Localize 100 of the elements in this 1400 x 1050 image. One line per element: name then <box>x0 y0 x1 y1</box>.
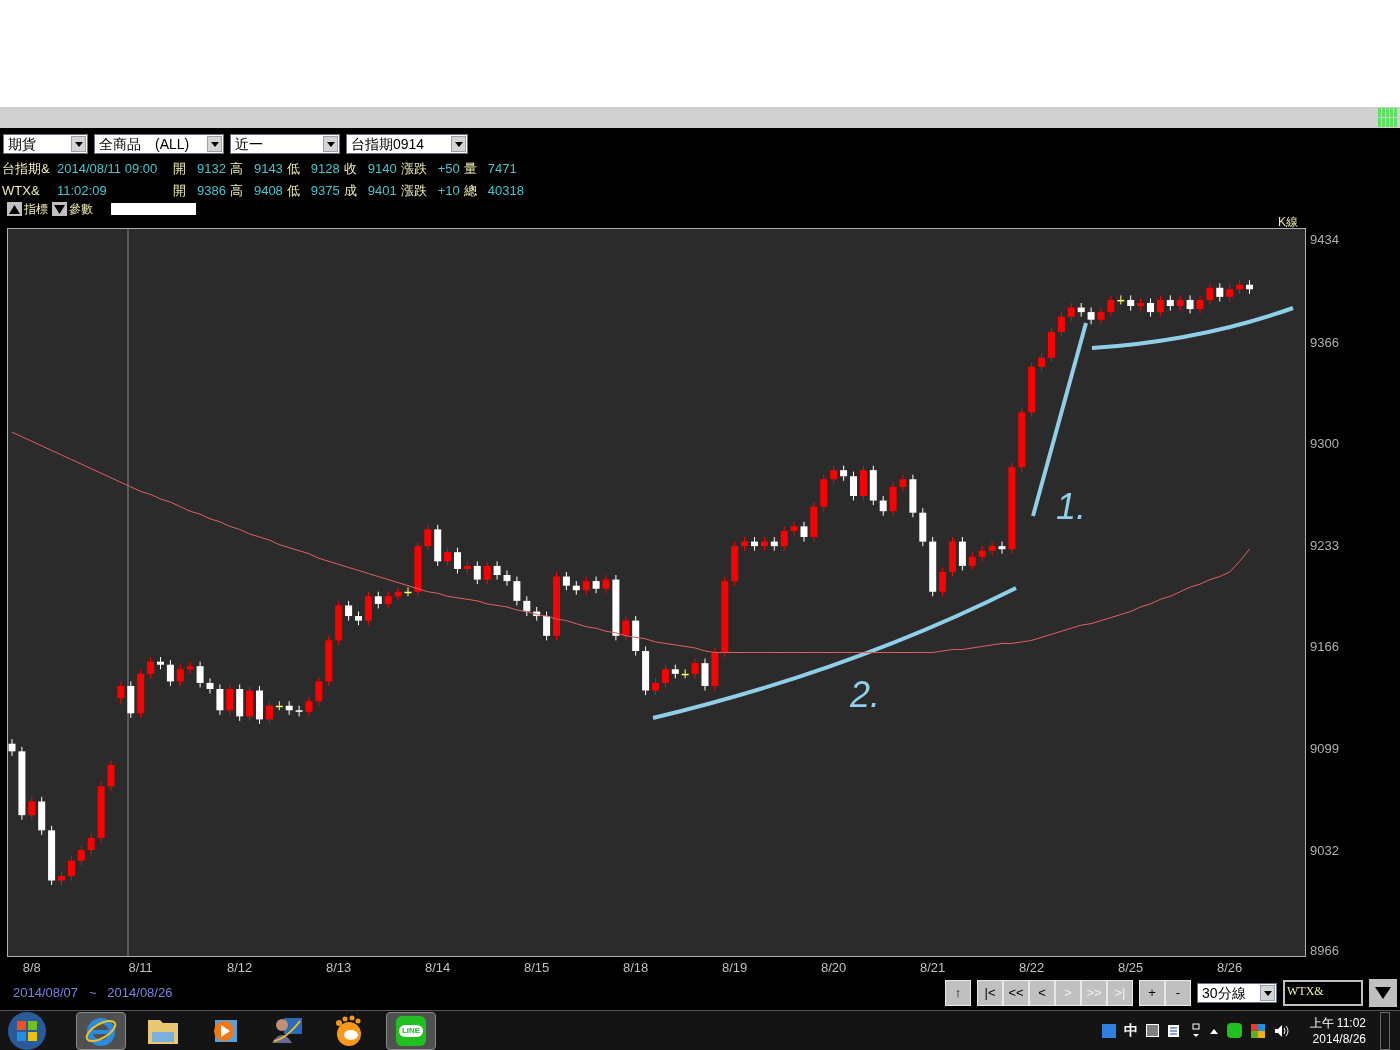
indicator-button[interactable]: 指標 <box>7 202 48 216</box>
candlestick <box>760 536 768 552</box>
candlestick <box>394 586 402 602</box>
candlestick <box>166 659 174 687</box>
parameter-input-field[interactable] <box>111 203 196 215</box>
candlestick <box>652 677 659 696</box>
quote-time: 11:02:09 <box>57 182 108 199</box>
candlestick <box>701 658 709 692</box>
dropdown-button[interactable] <box>1369 979 1397 1007</box>
market-select[interactable]: 期貨 <box>3 134 88 154</box>
candlestick <box>751 536 758 552</box>
navigation-button[interactable]: - <box>1165 980 1191 1006</box>
candlestick <box>958 536 966 571</box>
language-icon[interactable] <box>1101 1023 1116 1038</box>
candlestick <box>929 536 937 597</box>
navigation-button[interactable]: << <box>1003 980 1029 1006</box>
speaker-icon[interactable] <box>1273 1023 1290 1038</box>
candlestick <box>731 541 739 587</box>
period-select[interactable]: 30分線 <box>1197 983 1277 1003</box>
x-axis-label: 8/8 <box>22 960 41 975</box>
indicator-button[interactable]: 參數 <box>52 202 93 216</box>
candlestick <box>38 796 46 836</box>
candlestick <box>1216 282 1224 302</box>
candlestick <box>1057 311 1065 337</box>
candlestick <box>28 796 36 821</box>
candlestick <box>1067 302 1075 322</box>
symbol-field[interactable]: WTX& <box>1283 980 1363 1006</box>
candlestick <box>1028 361 1036 418</box>
candlestick <box>879 495 887 517</box>
candlestick <box>523 595 531 617</box>
y-axis-label: 9166 <box>1310 639 1339 655</box>
candlestick <box>295 705 303 717</box>
x-axis-label: 8/20 <box>821 960 847 975</box>
candlestick <box>1186 294 1194 315</box>
candlestick <box>553 571 560 641</box>
field-label: 量 <box>463 160 477 177</box>
chat-app-icon: LINE <box>396 1015 426 1046</box>
chat-icon[interactable] <box>1226 1023 1242 1038</box>
candlestick <box>206 677 214 695</box>
clock-time[interactable]: 上午 11:02 <box>1309 1014 1366 1031</box>
candlestick <box>58 870 65 886</box>
candlestick <box>176 664 184 687</box>
candlestick <box>592 576 600 594</box>
candlestick <box>424 524 432 552</box>
candlestick <box>186 661 194 675</box>
candlestick <box>1156 294 1164 318</box>
candlestick <box>1077 302 1085 318</box>
field-value: 9386 <box>197 182 226 199</box>
candlestick <box>840 465 848 482</box>
field-value: 40318 <box>487 182 524 199</box>
shield-icon[interactable] <box>1249 1022 1266 1039</box>
up-triangle-icon <box>7 202 22 216</box>
start-button[interactable] <box>8 1011 46 1050</box>
candlestick <box>978 545 986 562</box>
candlestick <box>226 683 234 716</box>
down-triangle-icon <box>52 202 67 216</box>
candlestick <box>1196 294 1204 315</box>
candlestick <box>1176 294 1184 312</box>
candlestick <box>364 591 372 626</box>
x-axis-label: 8/14 <box>425 960 451 975</box>
candlestick <box>67 855 75 881</box>
candlestick <box>285 700 293 716</box>
candlestick <box>949 536 956 578</box>
candlestick <box>830 465 838 485</box>
navigation-button[interactable]: < <box>1029 980 1055 1006</box>
candlestick <box>681 668 689 679</box>
y-axis-label: 9233 <box>1310 537 1339 553</box>
window-icon[interactable] <box>1190 1022 1201 1039</box>
candlestick <box>1087 307 1095 325</box>
month-select[interactable]: 近一 <box>230 134 340 154</box>
x-axis-label: 8/19 <box>722 960 748 975</box>
annotation-label: 2. <box>850 674 881 715</box>
candlestick <box>582 576 590 596</box>
candlestick <box>1038 352 1046 372</box>
y-axis-label: 8966 <box>1310 943 1339 959</box>
navigation-button[interactable]: |< <box>977 980 1003 1006</box>
candlestick <box>859 465 867 502</box>
clock-date[interactable]: 2014/8/26 <box>1312 1030 1366 1047</box>
candlestick <box>810 501 818 543</box>
product-select[interactable]: 全商品 (ALL) <box>94 134 224 154</box>
candlestick <box>1137 297 1145 312</box>
candlestick <box>1166 294 1174 312</box>
ime-indicator[interactable]: 中 <box>1123 1020 1138 1041</box>
candlestick <box>503 569 511 587</box>
chart-type-label: K線 <box>1278 215 1298 229</box>
candlestick <box>483 560 491 585</box>
candlestick <box>711 647 719 692</box>
square-icon[interactable] <box>1145 1024 1159 1037</box>
navigation-button[interactable]: + <box>1139 980 1165 1006</box>
candlestick <box>1048 326 1055 363</box>
candlestick <box>543 611 551 641</box>
candlestick <box>434 524 442 567</box>
candlestick <box>939 566 947 597</box>
navigation-button[interactable]: ↑ <box>945 980 971 1006</box>
candlestick <box>355 611 362 626</box>
field-label: 漲跌 <box>400 160 427 177</box>
taskbar-button[interactable] <box>76 1011 126 1050</box>
contract-select[interactable]: 台指期0914 <box>346 134 468 154</box>
candlestick <box>691 658 699 679</box>
y-axis-label: 9434 <box>1310 232 1339 248</box>
